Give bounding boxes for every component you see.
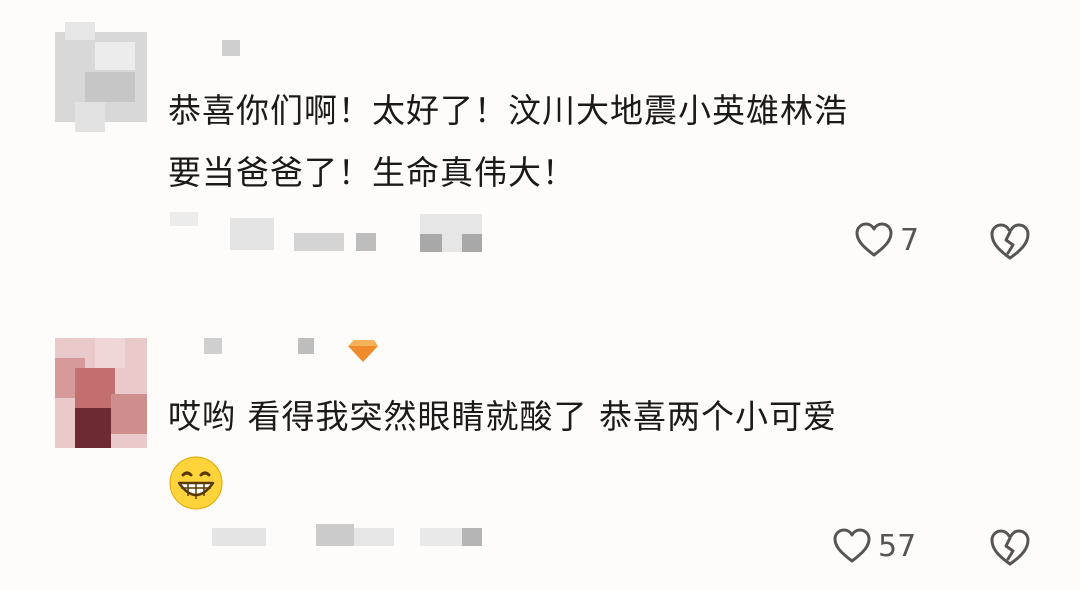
heart-outline-icon — [833, 528, 871, 563]
dislike-button[interactable] — [988, 220, 1032, 264]
like-button[interactable]: 7 — [854, 220, 919, 260]
heart-outline-icon — [855, 222, 893, 257]
comment-text: 哎哟 看得我突然眼睛就酸了 恭喜两个小可爱 — [168, 397, 837, 436]
like-button[interactable]: 57 — [832, 526, 916, 566]
comment-item: 哎哟 看得我突然眼睛就酸了 恭喜两个小可爱 57 — [0, 300, 1080, 590]
grinning-face-emoji — [169, 456, 223, 510]
dislike-button[interactable] — [988, 526, 1032, 570]
comment-item: 恭喜你们啊！太好了！汶川大地震小英雄林浩 要当爸爸了！生命真伟大！ 7 — [0, 0, 1080, 300]
broken-heart-icon — [990, 529, 1030, 566]
like-count: 7 — [900, 222, 920, 258]
broken-heart-icon — [990, 223, 1030, 260]
avatar[interactable] — [55, 22, 147, 132]
like-count: 57 — [878, 528, 917, 564]
comment-text: 恭喜你们啊！太好了！汶川大地震小英雄林浩 要当爸爸了！生命真伟大！ — [168, 91, 848, 192]
avatar[interactable] — [55, 338, 147, 448]
badge-icon — [348, 340, 378, 362]
